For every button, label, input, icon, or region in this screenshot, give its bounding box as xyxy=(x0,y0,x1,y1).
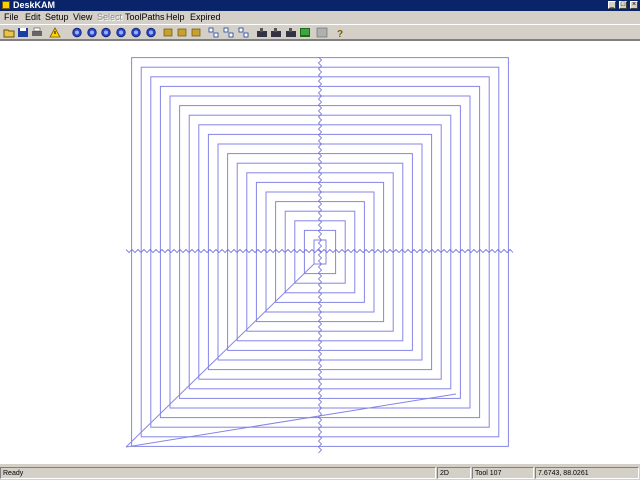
window-title: DeskKAM xyxy=(13,0,56,10)
machine-icon[interactable] xyxy=(256,27,268,38)
status-coords: 7.6743, 88.0261 xyxy=(535,467,639,479)
layers-icon[interactable] xyxy=(162,27,174,38)
maximize-button[interactable]: □ xyxy=(619,1,627,9)
status-mode: 2D xyxy=(437,467,471,479)
open-icon[interactable] xyxy=(3,27,15,38)
zoom-window-icon[interactable] xyxy=(100,27,112,38)
zoom-all-icon[interactable] xyxy=(115,27,127,38)
menu-edit[interactable]: Edit xyxy=(25,11,41,24)
save-icon[interactable] xyxy=(17,27,29,38)
minimize-button[interactable]: _ xyxy=(608,1,616,9)
menu-setup[interactable]: Setup xyxy=(45,11,69,24)
toolpath-rapid xyxy=(125,393,457,448)
menu-file[interactable]: File xyxy=(4,11,19,24)
group-icon[interactable] xyxy=(223,27,235,38)
drill-icon[interactable] xyxy=(285,27,297,38)
machine-run-icon[interactable] xyxy=(270,27,282,38)
status-tool: Tool 107 xyxy=(472,467,534,479)
svg-text:?: ? xyxy=(337,29,343,38)
title-bar: DeskKAM _ □ × xyxy=(0,0,640,11)
warning-icon[interactable] xyxy=(49,27,61,38)
zoom-out-icon[interactable] xyxy=(86,27,98,38)
zoom-previous-icon[interactable] xyxy=(130,27,142,38)
toolpath-drawing xyxy=(125,56,514,454)
zoom-in-icon[interactable] xyxy=(71,27,83,38)
select-nodes-icon[interactable] xyxy=(208,27,220,38)
status-bar: Ready 2D Tool 107 7.6743, 88.0261 xyxy=(0,464,640,480)
app-icon xyxy=(2,1,10,9)
grid-icon[interactable] xyxy=(316,27,328,38)
menu-expired[interactable]: Expired xyxy=(190,11,221,24)
zoom-extents-icon[interactable] xyxy=(145,27,157,38)
drawing-canvas[interactable] xyxy=(0,40,640,464)
close-button[interactable]: × xyxy=(630,1,638,9)
menu-view[interactable]: View xyxy=(73,11,92,24)
toolpath-icon[interactable] xyxy=(299,27,311,38)
menu-toolpaths[interactable]: ToolPaths xyxy=(125,11,165,24)
toolpath-lead-in xyxy=(125,263,315,448)
app-window: DeskKAM _ □ × File Edit Setup View Selec… xyxy=(0,0,640,480)
ungroup-icon[interactable] xyxy=(238,27,250,38)
print-icon[interactable] xyxy=(31,27,43,38)
settings-icon[interactable] xyxy=(176,27,188,38)
menu-help[interactable]: Help xyxy=(166,11,185,24)
status-message: Ready xyxy=(0,467,436,479)
menu-select[interactable]: Select xyxy=(97,11,122,24)
help-icon[interactable]: ? xyxy=(334,27,346,38)
y-axis xyxy=(317,56,323,454)
menu-bar: File Edit Setup View Select ToolPaths He… xyxy=(0,11,640,24)
toolbar: ? xyxy=(0,24,640,40)
tool-icon[interactable] xyxy=(190,27,202,38)
